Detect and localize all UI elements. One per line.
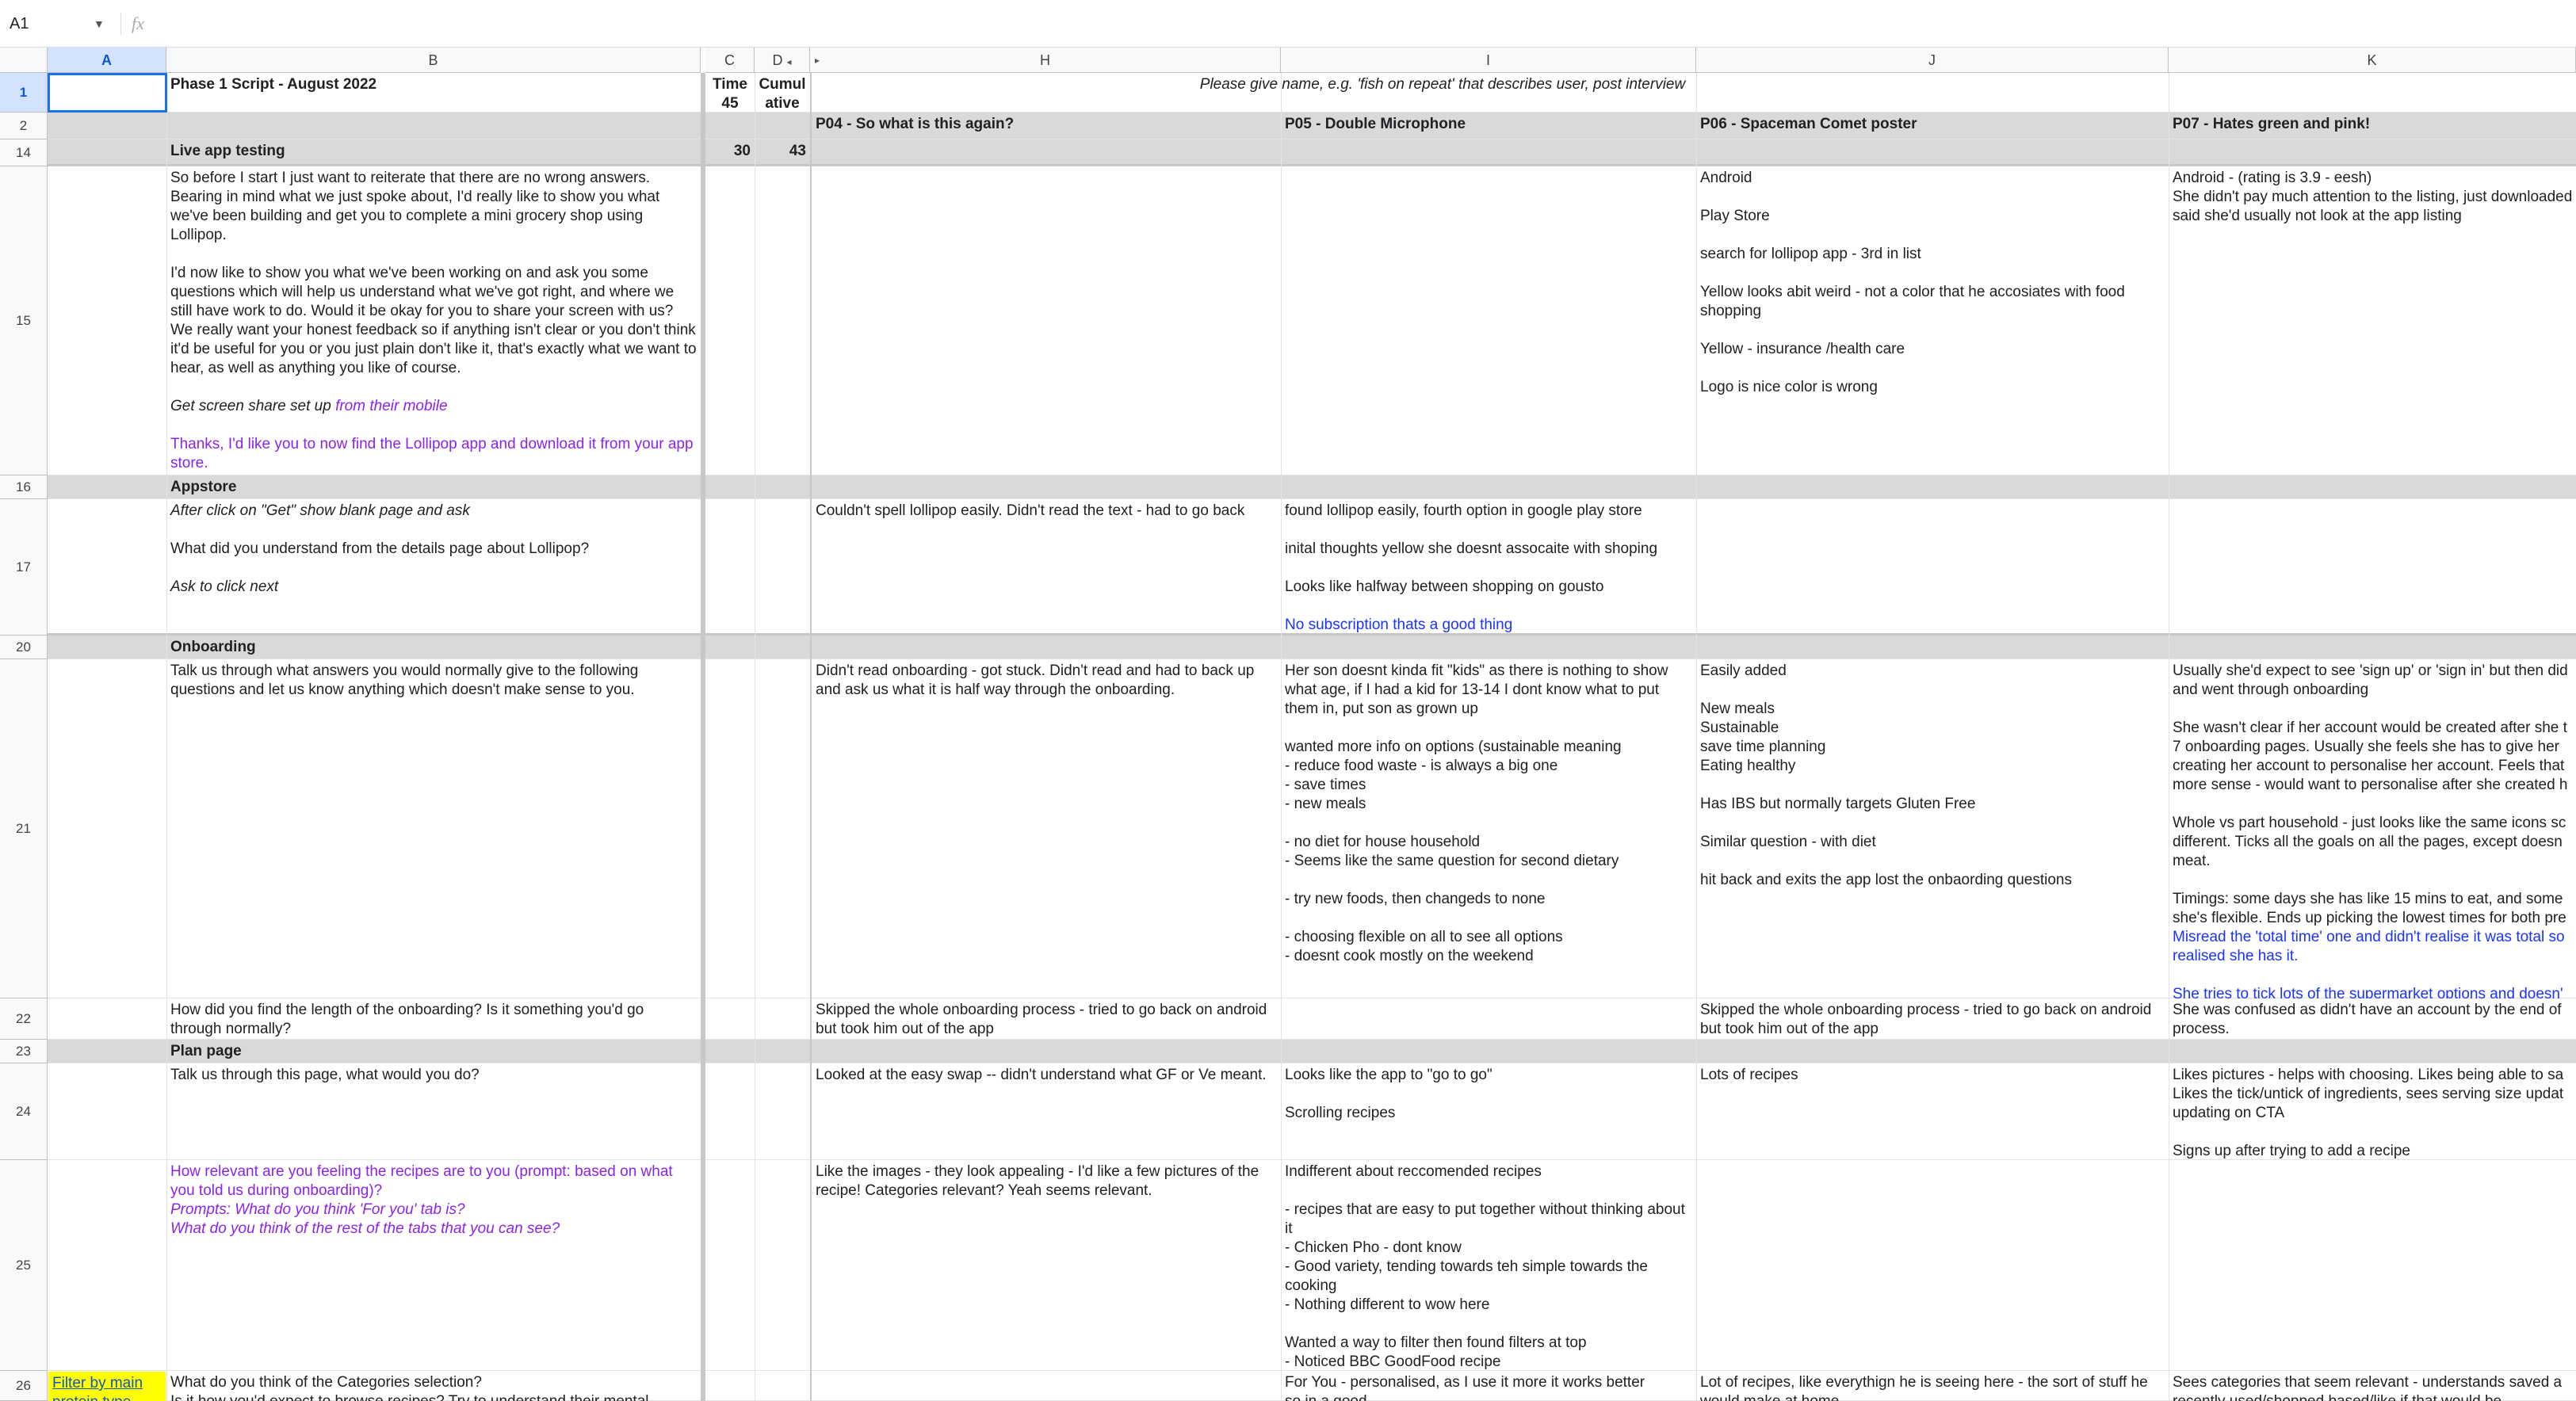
cell-b15[interactable]: So before I start I just want to reitera… [166, 166, 701, 475]
cell-b16[interactable]: Appstore [166, 475, 701, 499]
column-header-b[interactable]: B [166, 48, 701, 73]
cell-b22[interactable]: How did you find the length of the onboa… [166, 998, 701, 1040]
active-cell-a1[interactable] [48, 73, 167, 113]
cell-b17[interactable]: After click on "Get" show blank page and… [166, 499, 701, 636]
cell-b15-intro: So before I start I just want to reitera… [170, 170, 697, 376]
row-header-15[interactable]: 15 [0, 166, 48, 475]
cell-j21[interactable]: Easily added New meals Sustainable save … [1696, 659, 2169, 998]
cell-j24[interactable]: Lots of recipes [1696, 1063, 2169, 1160]
cell-b14[interactable]: Live app testing [166, 139, 701, 166]
cell-b1[interactable]: Phase 1 Script - August 2022 [166, 73, 701, 113]
cell-i21[interactable]: Her son doesnt kinda fit "kids" as there… [1281, 659, 1696, 998]
row-header-2[interactable]: 2 [0, 113, 48, 139]
cell-j2[interactable]: P06 - Spaceman Comet poster [1696, 113, 2169, 139]
row-header-24[interactable]: 24 [0, 1063, 48, 1160]
cell-c1[interactable]: Time 45 [705, 73, 755, 113]
cell-i17-highlight: No subscription thats a good thing [1285, 617, 1513, 633]
column-header-i[interactable]: I [1281, 48, 1696, 73]
cell-h1[interactable]: Please give name, e.g. 'fish on repeat' … [812, 73, 2073, 113]
row-header-14[interactable]: 14 [0, 139, 48, 166]
formula-input[interactable] [166, 8, 2544, 40]
row-header-26[interactable]: 26 [0, 1371, 48, 1401]
cell-i2[interactable]: P05 - Double Microphone [1281, 113, 1696, 139]
cell-k21-highlight: Misread the 'total time' one and didn't … [2173, 929, 2565, 998]
row-header-1[interactable]: 1 [0, 73, 48, 113]
cell-i25[interactable]: Indifferent about reccomended recipes - … [1281, 1160, 1696, 1371]
expand-right-icon[interactable]: ▸ [815, 48, 820, 73]
cell-k2[interactable]: P07 - Hates green and pink! [2169, 113, 2576, 139]
cell-k21[interactable]: Usually she'd expect to see 'sign up' or… [2169, 659, 2576, 998]
cell-i24[interactable]: Looks like the app to "go to go" Scrolli… [1281, 1063, 1696, 1160]
cell-b26[interactable]: What do you think of the Categories sele… [166, 1371, 701, 1401]
filter-link-cell[interactable]: Filter by main protein type [48, 1372, 166, 1401]
cell-i26[interactable]: For You - personalised, as I use it more… [1281, 1371, 1696, 1401]
cell-j22[interactable]: Skipped the whole onboarding process - t… [1696, 998, 2169, 1040]
cell-c14[interactable]: 30 [705, 139, 755, 166]
column-header-c[interactable]: C [705, 48, 755, 73]
column-header-k[interactable]: K [2169, 48, 2576, 73]
cell-h25[interactable]: Like the images - they look appealing - … [812, 1160, 1281, 1371]
cell-k22[interactable]: She was confused as didn't have an accou… [2169, 998, 2576, 1040]
cell-k15[interactable]: Android - (rating is 3.9 - eesh) She did… [2169, 166, 2576, 475]
cell-b17-instruction: After click on "Get" show blank page and… [170, 502, 470, 519]
cell-i17[interactable]: found lollipop easily, fourth option in … [1281, 499, 1696, 636]
select-all-corner[interactable] [0, 48, 48, 73]
cell-d14[interactable]: 43 [755, 139, 810, 166]
cell-h22[interactable]: Skipped the whole onboarding process - t… [812, 998, 1281, 1040]
cell-b25-question: How relevant are you feeling the recipes… [170, 1163, 677, 1199]
cell-i17-notes: found lollipop easily, fourth option in … [1285, 502, 1658, 595]
column-header-a[interactable]: A [48, 48, 166, 73]
cell-h21[interactable]: Didn't read onboarding - got stuck. Didn… [812, 659, 1281, 998]
cell-b15-instruction-highlight: from their mobile [335, 398, 448, 414]
cell-b25[interactable]: How relevant are you feeling the recipes… [166, 1160, 701, 1371]
column-header-j[interactable]: J [1696, 48, 2169, 73]
cell-b17-question: What did you understand from the details… [170, 540, 590, 557]
cell-b24[interactable]: Talk us through this page, what would yo… [166, 1063, 701, 1160]
function-icon: fx [132, 13, 144, 33]
column-header-h[interactable]: ▸ H [810, 48, 1281, 73]
cell-b21[interactable]: Talk us through what answers you would n… [166, 659, 701, 998]
row-header-23[interactable]: 23 [0, 1040, 48, 1063]
cell-h17[interactable]: Couldn't spell lollipop easily. Didn't r… [812, 499, 1281, 636]
cell-b15-prompt: Thanks, I'd like you to now find the Lol… [170, 436, 698, 471]
row-header-16[interactable]: 16 [0, 475, 48, 499]
cell-k21-notes: Usually she'd expect to see 'sign up' or… [2173, 662, 2568, 926]
chevron-down-icon[interactable]: ▼ [94, 8, 113, 40]
cell-h24[interactable]: Looked at the easy swap -- didn't unders… [812, 1063, 1281, 1160]
cell-k24[interactable]: Likes pictures - helps with choosing. Li… [2169, 1063, 2576, 1160]
frozen-column-divider[interactable] [701, 73, 705, 1401]
row-header-25[interactable]: 25 [0, 1160, 48, 1371]
cell-b25-prompts: Prompts: What do you think 'For you' tab… [170, 1201, 560, 1237]
cell-j15[interactable]: Android Play Store search for lollipop a… [1696, 166, 2169, 475]
cell-b17-note: Ask to click next [170, 578, 279, 595]
row-header-22[interactable]: 22 [0, 998, 48, 1040]
row-header-17[interactable]: 17 [0, 499, 48, 636]
expand-left-icon[interactable]: ◂ [786, 56, 791, 67]
row-header-21[interactable]: 21 [0, 659, 48, 998]
cell-b15-instruction: Get screen share set up [170, 398, 336, 414]
row-header-20[interactable]: 20 [0, 636, 48, 659]
cell-k26[interactable]: Sees categories that seem relevant - und… [2169, 1371, 2576, 1401]
column-header-d[interactable]: D ◂ [755, 48, 810, 73]
cell-j26[interactable]: Lot of recipes, like everythign he is se… [1696, 1371, 2169, 1401]
cell-h2[interactable]: P04 - So what is this again? [812, 113, 1281, 139]
cell-b20[interactable]: Onboarding [166, 636, 701, 659]
formula-bar-divider [120, 13, 121, 35]
cell-d1[interactable]: Cumul ative [755, 73, 810, 113]
cell-b23[interactable]: Plan page [166, 1040, 701, 1063]
